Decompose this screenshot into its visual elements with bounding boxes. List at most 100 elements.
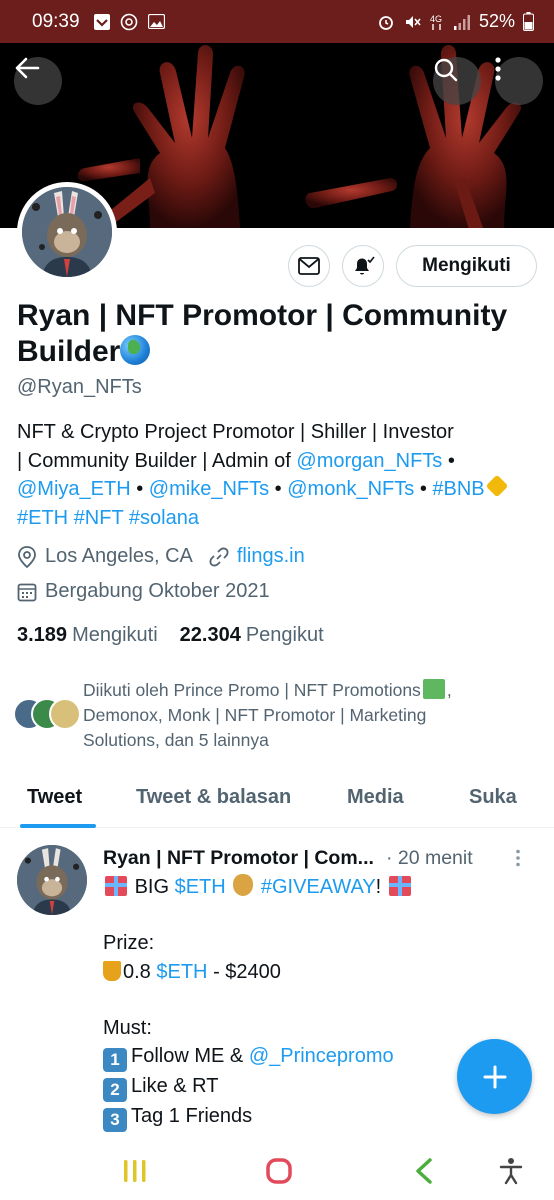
step-3-text: Tag 1 Friends (131, 1105, 253, 1128)
mute-icon (403, 13, 421, 31)
followed-by-text: Diikuti oleh Prince Promo | NFT Promotio… (83, 678, 452, 753)
prize-amount: 0.8 (123, 960, 151, 983)
bnb-coin-icon (485, 474, 508, 498)
following-stat[interactable]: 3.189 Mengikuti (17, 624, 158, 647)
location-text: Los Angeles, CA (45, 545, 193, 567)
following-count: 3.189 (17, 624, 68, 646)
alarm-icon (377, 13, 395, 31)
followers-count: 22.304 (179, 624, 241, 646)
cashtag-eth[interactable]: $ETH (175, 876, 226, 898)
cashtag-eth[interactable]: $ETH (156, 961, 207, 983)
mention-miya-eth[interactable]: @Miya_ETH (17, 478, 131, 500)
joined-text: Bergabung Oktober 2021 (45, 580, 270, 602)
trophy-emoji-icon (103, 960, 121, 981)
mention-princepromo[interactable]: @_Princepromo (249, 1045, 394, 1067)
keycap-three-icon: 3 (103, 1108, 127, 1133)
ape-avatar-image (17, 845, 87, 915)
followed-by-line-2: Demonox, Monk | NFT Promotor | Marketing (83, 705, 427, 725)
calendar-icon (17, 583, 37, 601)
more-vertical-icon (495, 57, 501, 81)
keycap-two-icon: 2 (103, 1078, 127, 1103)
tweet-more-button[interactable] (515, 849, 521, 872)
battery-percent: 52% (478, 11, 515, 31)
follow-stats: 3.189 Mengikuti 22.304 Pengikut (17, 624, 324, 647)
mention-morgan-nfts[interactable]: @morgan_NFTs (296, 450, 442, 472)
envelope-icon (298, 257, 320, 275)
gift-emoji-icon (388, 876, 411, 896)
mention-mike-nfts[interactable]: @mike_NFTs (149, 478, 269, 500)
profile-name-text: Ryan | NFT Promotor | Community Builder (17, 299, 508, 368)
profile-meta-joined: Bergabung Oktober 2021 (17, 580, 270, 603)
tweet-big-text: BIG (134, 876, 170, 898)
bio-line-1: NFT & Crypto Project Promotor | Shiller … (17, 421, 454, 443)
bio-line-4: #ETH #NFT #solana (17, 504, 537, 533)
plus-icon (483, 1065, 506, 1088)
tab-media[interactable]: Media (347, 786, 404, 809)
followed-by-line-3: Solutions, dan 5 lainnya (83, 730, 269, 750)
followers-label: Pengikut (245, 624, 324, 646)
followed-by-comma: , (446, 680, 452, 700)
hashtag-eth[interactable]: #ETH (17, 507, 68, 529)
tab-tweet[interactable]: Tweet (27, 786, 82, 809)
follower-avatar (49, 698, 81, 730)
network-4g-icon: 4G (429, 13, 445, 31)
home-button[interactable] (259, 1151, 299, 1191)
bio-bullet: • (447, 449, 455, 472)
bio-text: | Community Builder | Admin of (17, 449, 291, 472)
back-button[interactable] (14, 57, 62, 105)
search-button[interactable] (433, 57, 481, 105)
tweet-author-avatar[interactable] (17, 845, 87, 915)
following-button[interactable]: Mengikuti (396, 245, 537, 287)
profile-avatar[interactable] (17, 182, 117, 282)
bio-bullet: • (419, 478, 427, 500)
tab-likes[interactable]: Suka (469, 786, 517, 809)
chart-emoji-icon (422, 679, 445, 699)
gallery-icon (147, 14, 165, 29)
at-sign-icon (120, 13, 138, 31)
website-link[interactable]: flings.in (237, 545, 305, 568)
bell-check-icon (355, 256, 375, 275)
followers-stat[interactable]: 22.304 Pengikut (180, 624, 324, 647)
message-button[interactable] (288, 245, 330, 287)
accessibility-button[interactable] (491, 1151, 531, 1191)
recent-apps-icon (124, 1160, 146, 1182)
svg-text:4G: 4G (430, 14, 442, 24)
tweet-line-1: BIG $ETH #GIVEAWAY! (103, 873, 533, 901)
notifications-button[interactable] (342, 245, 384, 287)
followed-by-line-1: Diikuti oleh Prince Promo | NFT Promotio… (83, 680, 421, 700)
battery-icon (523, 12, 534, 31)
tweet-must-label: Must: (103, 1016, 152, 1039)
keycap-one-icon: 1 (103, 1048, 127, 1073)
tweet-prize-line: 0.8 $ETH - $2400 (103, 958, 533, 986)
tweet-step-3: 3 Tag 1 Friends (103, 1102, 533, 1133)
search-icon (434, 58, 458, 82)
following-label: Mengikuti (72, 624, 158, 646)
hashtag-solana[interactable]: #solana (129, 507, 199, 529)
recent-apps-button[interactable] (115, 1151, 155, 1191)
mention-monk-nfts[interactable]: @monk_NFTs (287, 478, 414, 500)
back-arrow-icon (15, 57, 40, 79)
tweet-author-name[interactable]: Ryan | NFT Promotor | Com... (103, 847, 374, 870)
tweet-prize-label: Prize: (103, 932, 155, 955)
hashtag-giveaway[interactable]: #GIVEAWAY (261, 876, 376, 898)
followed-by-section[interactable]: Diikuti oleh Prince Promo | NFT Promotio… (13, 678, 543, 753)
hashtag-bnb[interactable]: #BNB (432, 478, 484, 500)
more-options-button[interactable] (495, 57, 543, 105)
hashtag-nft[interactable]: #NFT (74, 507, 124, 529)
tweet-timestamp: · 20 menit (385, 847, 473, 869)
active-tab-indicator (20, 824, 96, 828)
link-icon (209, 547, 229, 566)
home-icon (266, 1158, 292, 1184)
tab-tweet-replies[interactable]: Tweet & balasan (136, 786, 291, 809)
signal-icon (453, 14, 471, 30)
system-nav-bar (0, 1139, 554, 1200)
gift-emoji-icon (105, 876, 127, 896)
back-nav-button[interactable] (404, 1151, 444, 1191)
ape-avatar-image (22, 187, 112, 277)
profile-handle: @Ryan_NFTs (17, 376, 142, 398)
globe-emoji-icon (120, 335, 151, 365)
location-pin-icon (18, 545, 36, 568)
compose-tweet-button[interactable] (457, 1039, 532, 1114)
status-bar: 09:39 4G 52% (0, 0, 554, 43)
prize-price: - $2400 (213, 960, 281, 983)
